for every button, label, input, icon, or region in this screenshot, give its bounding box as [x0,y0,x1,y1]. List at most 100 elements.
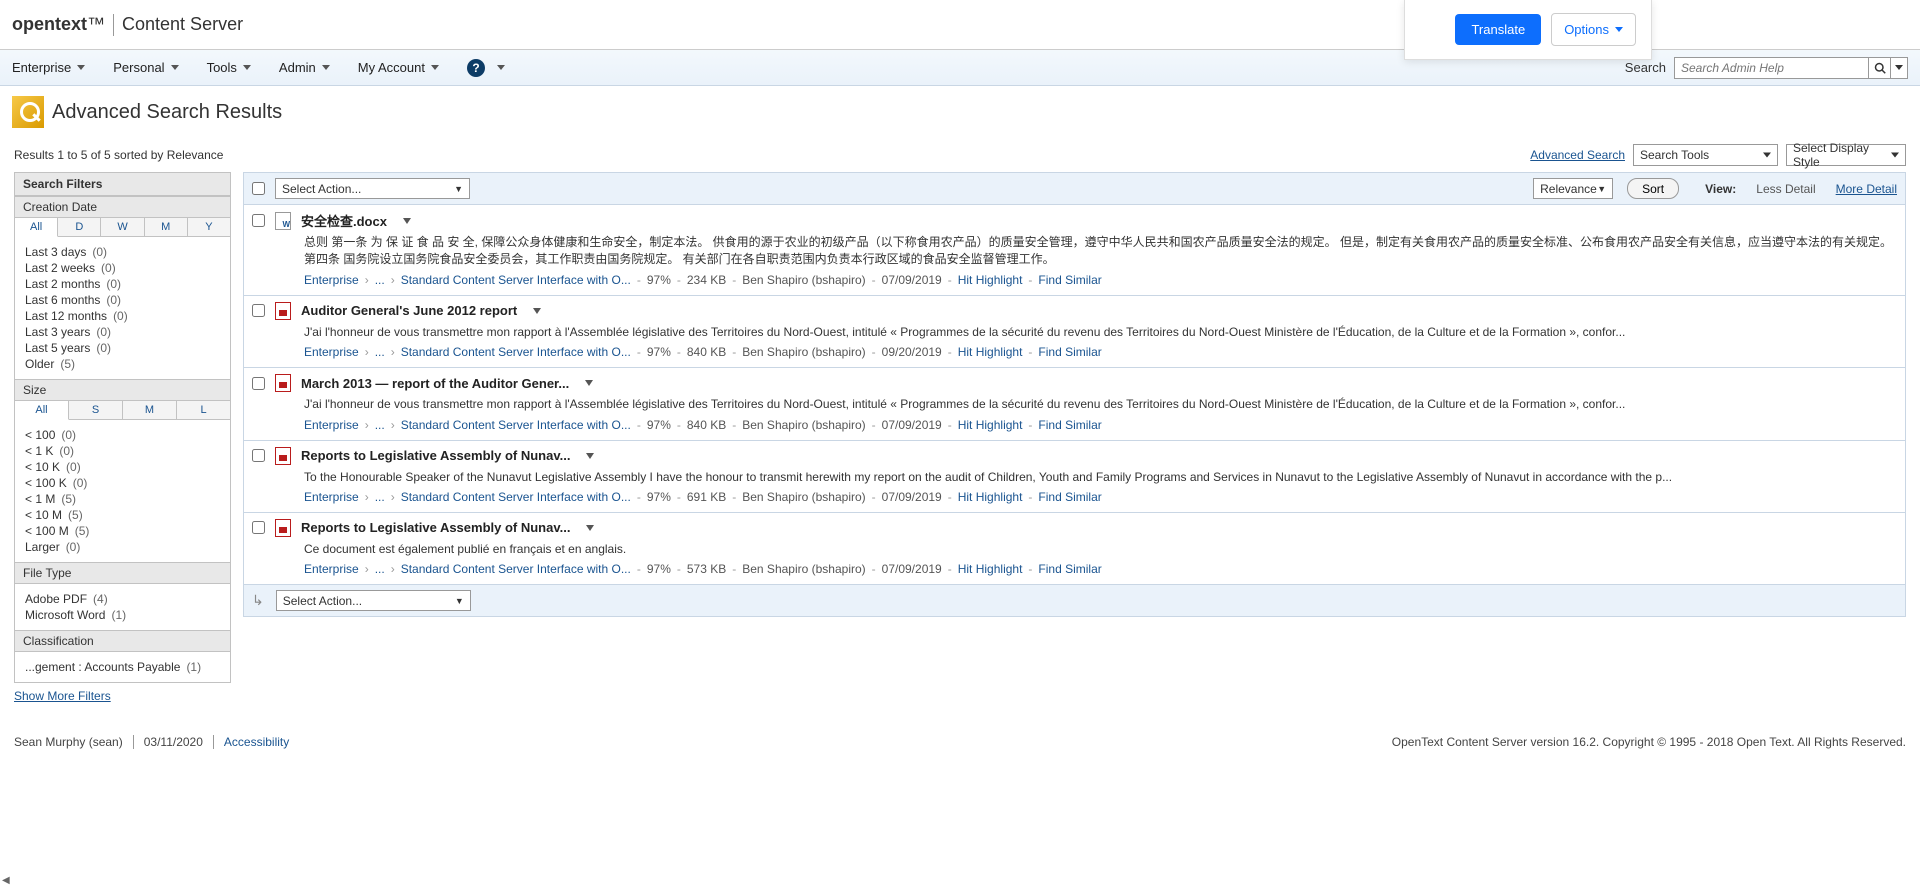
filter-tab-y[interactable]: Y [188,218,230,236]
filter-item[interactable]: Last 2 months(0) [25,277,220,291]
filter-tab-w[interactable]: W [101,218,144,236]
search-button[interactable] [1869,57,1891,79]
select-action-dropdown-bottom[interactable]: Select Action... [276,590,471,611]
result-size: 573 KB [687,562,726,576]
caret-down-icon [243,65,251,70]
translate-button[interactable]: Translate [1455,14,1541,45]
filter-item[interactable]: < 1 M(5) [25,492,220,506]
breadcrumb-container[interactable]: Standard Content Server Interface with O… [401,418,631,432]
filter-item[interactable]: < 10 K(0) [25,460,220,474]
result-title[interactable]: Auditor General's June 2012 report [301,303,517,318]
result-checkbox[interactable] [252,377,265,390]
search-dropdown[interactable] [1891,57,1908,79]
filter-tab-size-all[interactable]: All [15,401,69,420]
select-all-checkbox[interactable] [252,182,265,195]
hit-highlight-link[interactable]: Hit Highlight [958,418,1023,432]
action-bar-top: Select Action... Relevance Sort View: Le… [243,172,1906,205]
filter-item[interactable]: Adobe PDF(4) [25,592,220,606]
breadcrumb-container[interactable]: Standard Content Server Interface with O… [401,273,631,287]
filter-item[interactable]: Last 5 years(0) [25,341,220,355]
nav-my-account[interactable]: My Account [358,60,439,75]
filter-item[interactable]: < 100(0) [25,428,220,442]
hit-highlight-link[interactable]: Hit Highlight [958,345,1023,359]
filter-item[interactable]: < 100 M(5) [25,524,220,538]
find-similar-link[interactable]: Find Similar [1038,273,1101,287]
filter-item[interactable]: Last 12 months(0) [25,309,220,323]
breadcrumb-enterprise[interactable]: Enterprise [304,562,359,576]
filter-tab-m[interactable]: M [145,218,188,236]
result-title[interactable]: March 2013 — report of the Auditor Gener… [301,376,569,391]
result-title[interactable]: Reports to Legislative Assembly of Nunav… [301,448,570,463]
breadcrumb-enterprise[interactable]: Enterprise [304,490,359,504]
filter-tab-size-m[interactable]: M [123,401,177,419]
search-input[interactable] [1674,57,1869,79]
filter-tab-size-l[interactable]: L [177,401,230,419]
nav-enterprise[interactable]: Enterprise [12,60,85,75]
select-action-dropdown[interactable]: Select Action... [275,178,470,199]
find-similar-link[interactable]: Find Similar [1038,562,1101,576]
filter-item[interactable]: < 100 K(0) [25,476,220,490]
result-checkbox[interactable] [252,521,265,534]
find-similar-link[interactable]: Find Similar [1038,345,1101,359]
result-checkbox[interactable] [252,304,265,317]
filter-tab-size-s[interactable]: S [69,401,123,419]
filter-item[interactable]: Older(5) [25,357,220,371]
sort-button[interactable]: Sort [1627,178,1679,199]
result-owner: Ben Shapiro (bshapiro) [742,562,865,576]
nav-admin[interactable]: Admin [279,60,330,75]
filter-creation-date-tabs: All D W M Y [15,218,230,237]
filter-tab-all[interactable]: All [15,218,58,237]
find-similar-link[interactable]: Find Similar [1038,418,1101,432]
search-tools-select[interactable]: Search Tools [1633,144,1778,166]
filter-item[interactable]: Larger(0) [25,540,220,554]
result-title[interactable]: Reports to Legislative Assembly of Nunav… [301,520,570,535]
filter-item[interactable]: Last 6 months(0) [25,293,220,307]
breadcrumb-container[interactable]: Standard Content Server Interface with O… [401,562,631,576]
hit-highlight-link[interactable]: Hit Highlight [958,273,1023,287]
filter-item[interactable]: Last 3 years(0) [25,325,220,339]
nav-tools[interactable]: Tools [207,60,251,75]
find-similar-link[interactable]: Find Similar [1038,490,1101,504]
filter-item[interactable]: Microsoft Word(1) [25,608,220,622]
filter-tab-d[interactable]: D [58,218,101,236]
nav-personal[interactable]: Personal [113,60,178,75]
accessibility-link[interactable]: Accessibility [224,735,289,749]
translate-options-button[interactable]: Options [1551,13,1636,46]
relevance-select[interactable]: Relevance [1533,178,1613,199]
filter-item[interactable]: Last 2 weeks(0) [25,261,220,275]
result-checkbox[interactable] [252,214,265,227]
breadcrumb-enterprise[interactable]: Enterprise [304,418,359,432]
breadcrumb-ellipsis[interactable]: ... [375,418,385,432]
hit-highlight-link[interactable]: Hit Highlight [958,562,1023,576]
breadcrumb-container[interactable]: Standard Content Server Interface with O… [401,345,631,359]
chevron-down-icon[interactable] [586,453,594,459]
filter-item[interactable]: < 10 M(5) [25,508,220,522]
result-checkbox[interactable] [252,449,265,462]
breadcrumb-ellipsis[interactable]: ... [375,273,385,287]
breadcrumb-enterprise[interactable]: Enterprise [304,345,359,359]
nav-help[interactable]: ? [467,59,505,77]
show-more-filters-link[interactable]: Show More Filters [14,689,111,703]
filter-item[interactable]: < 1 K(0) [25,444,220,458]
result-owner: Ben Shapiro (bshapiro) [742,418,865,432]
filter-item[interactable]: Last 3 days(0) [25,245,220,259]
filter-size-tabs: All S M L [15,401,230,420]
breadcrumb-container[interactable]: Standard Content Server Interface with O… [401,490,631,504]
result-title[interactable]: 安全检查.docx [301,211,387,230]
advanced-search-link[interactable]: Advanced Search [1530,148,1625,162]
chevron-down-icon[interactable] [585,380,593,386]
chevron-down-icon[interactable] [533,308,541,314]
filter-item[interactable]: ...gement : Accounts Payable(1) [25,660,220,674]
breadcrumb-ellipsis[interactable]: ... [375,562,385,576]
action-bar-bottom: ↳ Select Action... [243,585,1906,617]
chevron-down-icon[interactable] [403,218,411,224]
chevron-down-icon[interactable] [586,525,594,531]
hit-highlight-link[interactable]: Hit Highlight [958,490,1023,504]
display-style-select[interactable]: Select Display Style [1786,144,1906,166]
breadcrumb-ellipsis[interactable]: ... [375,345,385,359]
pdf-icon [275,447,291,465]
more-detail-link[interactable]: More Detail [1836,182,1897,196]
content: Select Action... Relevance Sort View: Le… [243,172,1906,617]
breadcrumb-enterprise[interactable]: Enterprise [304,273,359,287]
breadcrumb-ellipsis[interactable]: ... [375,490,385,504]
